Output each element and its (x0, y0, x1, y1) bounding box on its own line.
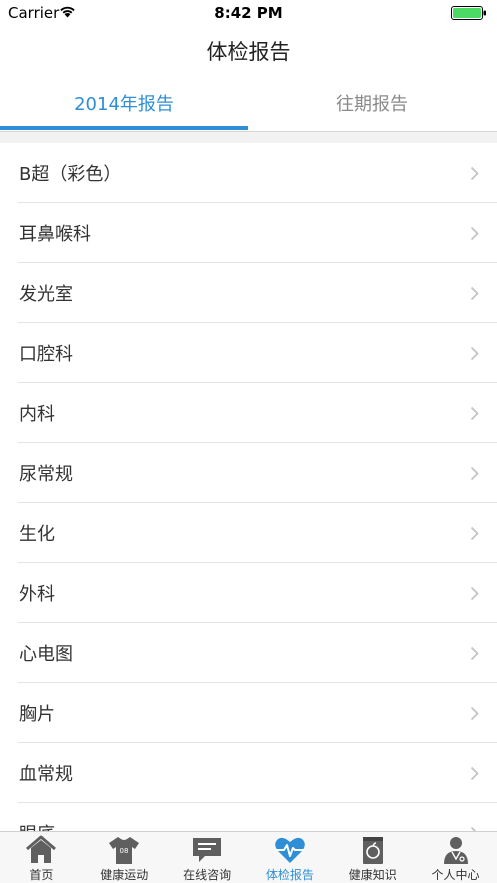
list-item-label: 眼底 (19, 820, 55, 831)
home-icon (26, 835, 57, 863)
chevron-right-icon (470, 406, 479, 421)
status-bar: Carrier 8:42 PM (0, 0, 497, 26)
tabbar-item-personal-center[interactable]: 个人中心 (414, 832, 497, 883)
clock: 8:42 PM (214, 4, 283, 22)
list-item-label: 尿常规 (19, 464, 73, 485)
chevron-right-icon (470, 346, 479, 361)
list-item-internal-medicine[interactable]: 内科 (0, 383, 497, 443)
chevron-right-icon (470, 766, 479, 781)
tabbar-label: 健康运动 (100, 868, 149, 882)
tabbar-label: 健康知识 (348, 868, 397, 882)
chevron-right-icon (470, 226, 479, 241)
tabbar-label: 体检报告 (265, 868, 314, 882)
battery-icon (451, 6, 486, 20)
active-tab-indicator (0, 126, 248, 130)
tabbar-label: 个人中心 (431, 868, 480, 882)
report-list[interactable]: B超（彩色） 耳鼻喉科 发光室 口腔科 内科 尿常规 生化 外科 心电图 胸片 … (0, 143, 497, 831)
chevron-right-icon (470, 586, 479, 601)
jersey-number: 08 (120, 847, 129, 855)
apple-book-icon (362, 837, 383, 864)
list-item-label: 外科 (19, 584, 55, 605)
list-item-label: 生化 (19, 524, 55, 545)
list-item-ecg[interactable]: 心电图 (0, 623, 497, 683)
list-item-label: 发光室 (19, 284, 73, 305)
list-item-label: 心电图 (19, 644, 73, 665)
tab-2014-report[interactable]: 2014年报告 (0, 78, 248, 128)
list-item-chest-xray[interactable]: 胸片 (0, 683, 497, 743)
list-item-label: 胸片 (19, 704, 55, 725)
list-item-label: 内科 (19, 404, 55, 425)
list-item-label: B超（彩色） (19, 164, 122, 185)
list-item-label: 血常规 (19, 764, 73, 785)
chevron-right-icon (470, 286, 479, 301)
tabbar-item-health-sport[interactable]: 08 健康运动 (83, 832, 166, 883)
doctor-icon (443, 837, 468, 864)
tabbar-item-health-knowledge[interactable]: 健康知识 (331, 832, 414, 883)
list-item-b-ultrasound[interactable]: B超（彩色） (0, 143, 497, 203)
list-item-blood-routine[interactable]: 血常规 (0, 743, 497, 803)
screen: Carrier 8:42 PM 体检报告 2014年报告 往期报告 B超（彩色）… (0, 0, 497, 883)
tabbar-label: 首页 (29, 868, 54, 882)
chevron-right-icon (470, 706, 479, 721)
tabbar-item-medical-report[interactable]: 体检报告 (248, 832, 331, 883)
list-item-surgery[interactable]: 外科 (0, 563, 497, 623)
page-title: 体检报告 (206, 40, 291, 64)
tab-past-reports[interactable]: 往期报告 (248, 78, 496, 128)
chevron-right-icon (470, 646, 479, 661)
bottom-tab-bar: 首页 08 健康运动 在线咨询 体检报告 健康知识 个人中心 (0, 831, 497, 883)
list-item-dental[interactable]: 口腔科 (0, 323, 497, 383)
list-item-urinalysis[interactable]: 尿常规 (0, 443, 497, 503)
chevron-right-icon (470, 166, 479, 181)
chevron-right-icon (470, 466, 479, 481)
list-item-label: 耳鼻喉科 (19, 224, 91, 245)
chat-icon (193, 838, 222, 862)
list-item-fundus[interactable]: 眼底 (0, 803, 497, 831)
section-gap (0, 132, 497, 143)
chevron-right-icon (470, 526, 479, 541)
tabbar-label: 在线咨询 (183, 868, 232, 882)
list-item-ent[interactable]: 耳鼻喉科 (0, 203, 497, 263)
tabbar-item-online-consult[interactable]: 在线咨询 (166, 832, 249, 883)
list-item-biochemistry[interactable]: 生化 (0, 503, 497, 563)
list-item-luminescence-lab[interactable]: 发光室 (0, 263, 497, 323)
heartbeat-icon (275, 837, 305, 863)
jersey-icon: 08 (109, 837, 140, 864)
list-item-label: 口腔科 (19, 344, 73, 365)
report-tabs: 2014年报告 往期报告 (0, 78, 497, 132)
tabbar-item-home[interactable]: 首页 (0, 832, 83, 883)
